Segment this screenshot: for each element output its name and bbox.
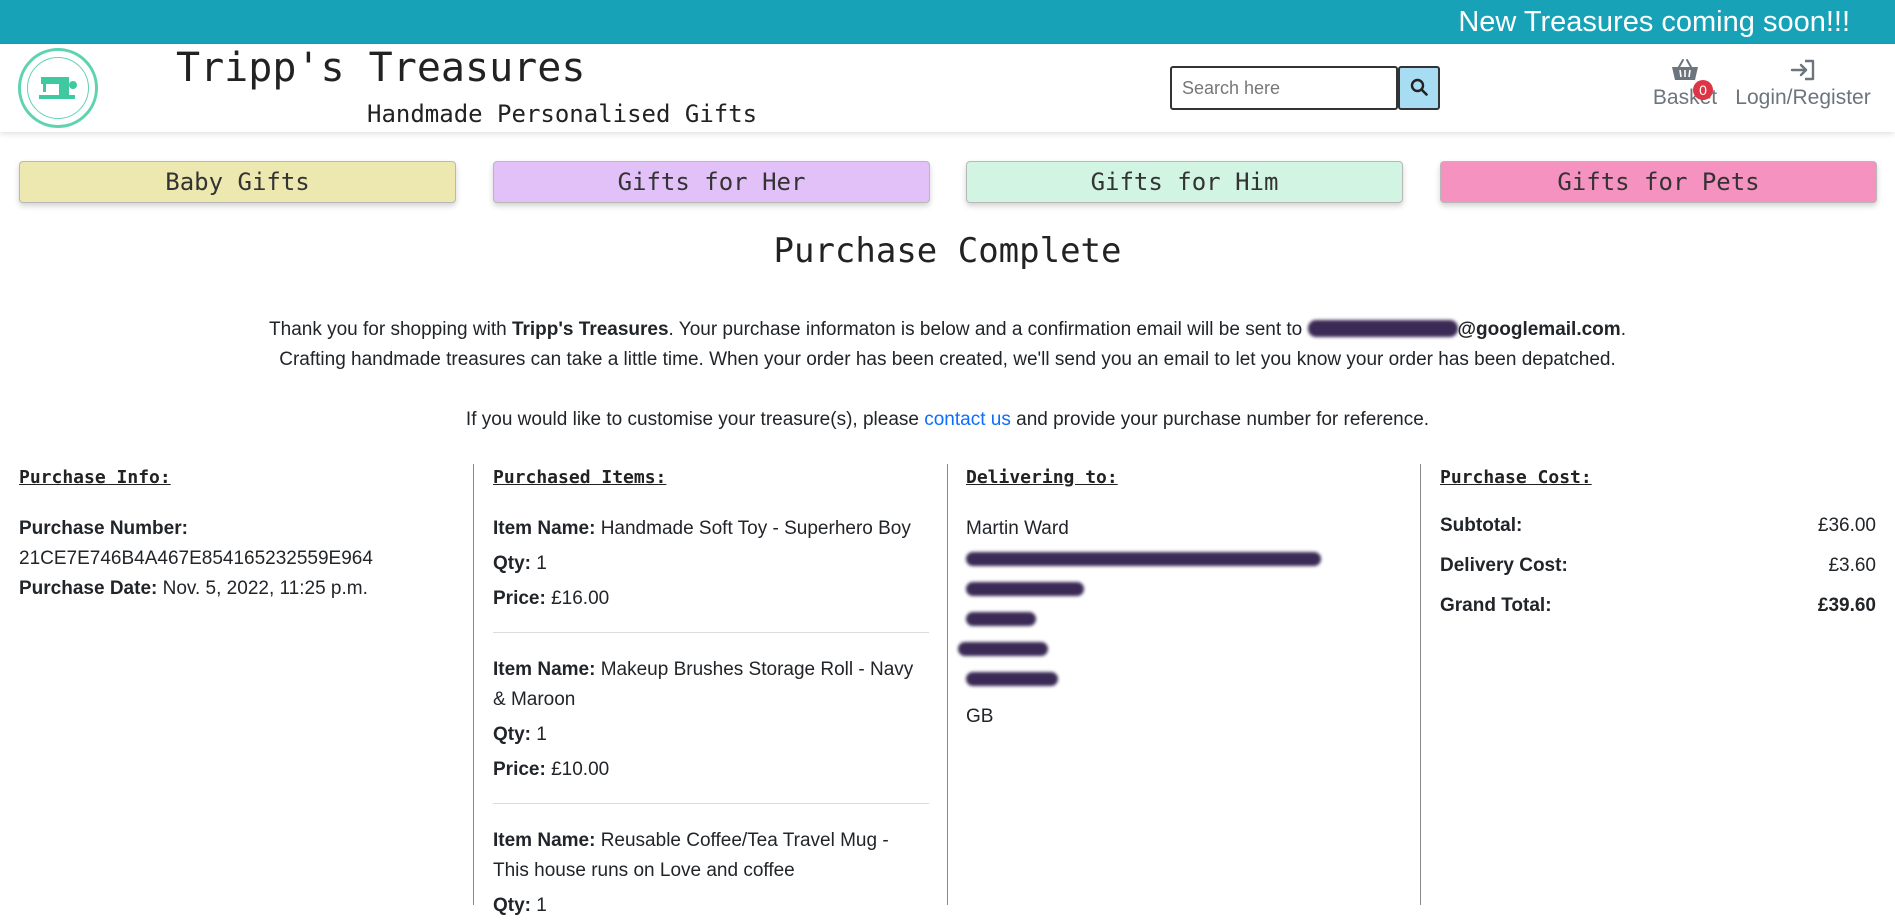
basket-count-badge: 0 [1693,80,1713,100]
search-input[interactable] [1170,66,1398,110]
delivering-to-heading: Delivering to: [966,467,1118,488]
item-divider [493,632,929,633]
item-price: £10.00 [551,759,610,780]
login-register-link[interactable]: Login/Register [1733,58,1873,110]
qty-label: Qty: [493,553,531,574]
purchase-number-label: Purchase Number: [19,518,188,539]
subtotal-label: Subtotal: [1440,515,1523,536]
site-logo[interactable] [18,48,98,128]
purchased-items-heading: Purchased Items: [493,467,667,488]
delivery-country: GB [966,706,994,727]
brand-name: Tripp's Treasures [511,319,669,340]
list-item: Item Name: Handmade Soft Toy - Superhero… [493,514,929,614]
site-title[interactable]: Tripp's Treasures [176,44,585,92]
login-register-label: Login/Register [1735,86,1871,109]
category-baby-gifts[interactable]: Baby Gifts [19,161,456,203]
redacted-address-line [958,642,1048,656]
site-header: Tripp's Treasures Handmade Personalised … [0,44,1895,132]
redacted-address-line [966,582,1084,596]
crafting-note: Crafting handmade treasures can take a l… [279,349,1616,370]
purchase-date-label: Purchase Date: [19,578,158,599]
customise-note: If you would like to customise your trea… [0,405,1895,435]
redacted-address-line [966,612,1036,626]
basket-icon [1672,59,1698,80]
search-button[interactable] [1398,66,1440,110]
intro-text: . Your purchase informaton is below and … [668,319,1308,340]
price-label: Price: [493,759,546,780]
purchase-number: 21CE7E746B4A467E854165232559E964 [19,548,373,569]
column-divider [1420,464,1421,905]
price-label: Price: [493,588,546,609]
redacted-email [1307,320,1458,337]
grand-total-value: £39.60 [1817,595,1876,616]
category-gifts-for-pets[interactable]: Gifts for Pets [1440,161,1877,203]
recipient-name: Martin Ward [966,518,1069,539]
subtotal-value: £36.00 [1817,515,1876,536]
basket-link[interactable]: 0 Basket [1650,58,1720,110]
item-name-label: Item Name: [493,518,596,539]
intro-text: If you would like to customise your trea… [465,409,925,430]
intro-text: and provide your purchase number for ref… [1010,409,1430,430]
redacted-address-line [966,672,1058,686]
item-name-label: Item Name: [493,659,596,680]
email-domain: @googlemail.com [1457,319,1621,340]
purchase-info-section: Purchase Info: Purchase Number: 21CE7E74… [19,464,459,604]
banner-text: New Treasures coming soon!!! [1458,6,1850,38]
search-icon [1410,78,1428,96]
grand-total-row: Grand Total: £39.60 [1440,586,1876,626]
qty-label: Qty: [493,895,531,916]
item-divider [493,803,929,804]
sewing-machine-icon [39,77,77,99]
intro-text: . [1620,319,1626,340]
column-divider [947,464,948,905]
contact-us-link[interactable]: contact us [924,409,1011,430]
site-subtitle: Handmade Personalised Gifts [367,100,758,128]
item-qty: 1 [536,553,547,574]
purchased-items-section: Purchased Items: Item Name: Handmade Sof… [493,464,929,921]
subtotal-row: Subtotal: £36.00 [1440,506,1876,546]
item-price: £16.00 [551,588,610,609]
item-name-label: Item Name: [493,830,596,851]
purchase-info-heading: Purchase Info: [19,467,171,488]
qty-label: Qty: [493,724,531,745]
item-name: Handmade Soft Toy - Superhero Boy [600,518,911,539]
category-gifts-for-her[interactable]: Gifts for Her [493,161,930,203]
delivery-address-section: Delivering to: Martin Ward GB [958,464,1396,732]
category-gifts-for-him[interactable]: Gifts for Him [966,161,1403,203]
sign-in-icon [1790,59,1815,81]
delivery-cost-row: Delivery Cost: £3.60 [1440,546,1876,586]
delivery-cost-label: Delivery Cost: [1440,555,1568,576]
item-qty: 1 [536,724,547,745]
purchase-cost-section: Purchase Cost: Subtotal: £36.00 Delivery… [1440,464,1876,626]
column-divider [473,464,474,905]
delivery-cost-value: £3.60 [1828,555,1876,576]
redacted-address-line [966,552,1321,566]
announcement-banner: New Treasures coming soon!!! [0,0,1895,44]
intro-text: Thank you for shopping with [269,319,512,340]
list-item: Item Name: Makeup Brushes Storage Roll -… [493,655,929,785]
purchase-cost-heading: Purchase Cost: [1440,467,1592,488]
grand-total-label: Grand Total: [1440,595,1552,616]
item-qty: 1 [536,895,547,916]
thank-you-message: Thank you for shopping with Tripp's Trea… [0,315,1895,345]
purchase-date: Nov. 5, 2022, 11:25 p.m. [162,578,368,599]
list-item: Item Name: Reusable Coffee/Tea Travel Mu… [493,826,929,921]
page-title: Purchase Complete [773,231,1122,271]
